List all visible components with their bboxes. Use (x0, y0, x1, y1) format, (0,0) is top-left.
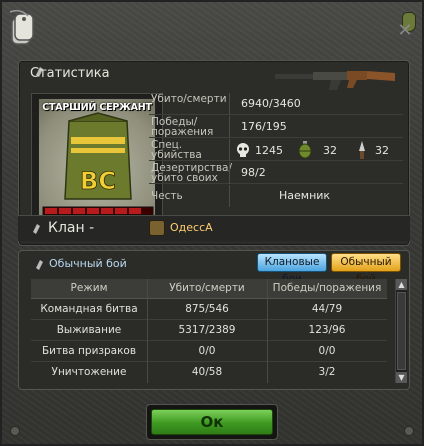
table-row: Битва призраков 0/0 0/0 (31, 342, 387, 362)
close-button[interactable]: ✕ (394, 20, 416, 42)
clan-value: - (89, 220, 95, 236)
mode-name-cell: Битва призраков (41, 345, 137, 357)
special-kill-value: 32 (375, 143, 389, 157)
mode-name-cell: Командная битва (40, 303, 138, 315)
clan-label: Клан - (48, 220, 95, 236)
clan-bar: Клан - ОдессА (18, 215, 410, 241)
table-row: Выживание 5317/2389 123/96 (31, 321, 387, 341)
table-row: Командная битва 875/546 44/79 (31, 300, 387, 320)
honor-value: Наемник (279, 189, 331, 202)
table-header: Режим Убито/смерти Победы/поражения (31, 279, 387, 299)
knife-icon (359, 141, 365, 159)
column-divider (147, 279, 148, 383)
stats-window: ✕ СТАРШИЙ СЕРЖАНТ BC Убито/смерти 6940/3… (0, 0, 424, 446)
mode-name-cell: Выживание (56, 324, 122, 336)
special-kills-label: Спец. убийства (151, 139, 202, 161)
wins-losses-value: 176/195 (241, 120, 287, 133)
scroll-down-icon[interactable]: ▼ (396, 372, 407, 383)
divider (229, 93, 230, 115)
tab-clan-battles[interactable]: Клановые бои (257, 253, 327, 285)
mode-name-cell: Уничтожение (51, 366, 127, 378)
mode-stats-panel: Обычный бой Клановые бои Обычный бой Реж… (18, 250, 410, 390)
city-icon (149, 220, 165, 236)
scroll-thumb[interactable] (397, 292, 406, 370)
kd-cell: 5317/2389 (178, 324, 236, 336)
stat-row-kills-deaths: Убито/смерти 6940/3460 (149, 93, 403, 115)
stat-row-wins-losses: Победы/поражения 176/195 (149, 116, 403, 138)
kd-cell: 0/0 (198, 345, 216, 357)
window-title: Статистика (30, 66, 110, 81)
table-scrollbar[interactable]: ▲ ▼ (395, 279, 407, 383)
rifle-icon (275, 71, 395, 90)
special-kills-list: 1245 32 32 (235, 139, 389, 161)
current-mode-label: Обычный бой (49, 257, 127, 270)
grenade-icon (298, 141, 312, 159)
kd-cell: 40/58 (191, 366, 223, 378)
rank-progress-bar (42, 206, 154, 216)
column-header: Убито/смерти (169, 282, 245, 294)
special-kill-value: 1245 (255, 143, 283, 157)
rank-badge: СТАРШИЙ СЕРЖАНТ BC (38, 98, 156, 218)
bolt-icon (10, 426, 20, 436)
scroll-up-icon[interactable]: ▲ (396, 279, 407, 290)
city-name: ОдессА (170, 221, 213, 234)
tab-normal-battle[interactable]: Обычный бой (331, 253, 401, 285)
desertion-label: Дезертирства/убито своих (151, 162, 233, 184)
desertion-value: 98/2 (241, 166, 266, 179)
divider (229, 185, 230, 207)
kills-deaths-label: Убито/смерти (151, 93, 227, 105)
skull-icon (237, 143, 249, 157)
column-header: Режим (70, 282, 108, 294)
bolt-icon (404, 426, 414, 436)
honor-label: Честь (151, 190, 183, 202)
ok-button[interactable]: Ок (151, 409, 273, 435)
wl-cell: 44/79 (311, 303, 343, 315)
special-kill-value: 32 (323, 143, 337, 157)
wins-losses-label: Победы/поражения (151, 116, 214, 138)
wl-cell: 0/0 (318, 345, 336, 357)
sergeant-insignia-icon: BC (42, 112, 154, 216)
badge-letters: BC (80, 167, 116, 195)
bullet-icon (36, 260, 43, 270)
column-header: Победы/поражения (272, 282, 382, 294)
stat-row-special-kills: Спец. убийства 1245 32 32 (149, 139, 403, 161)
wl-cell: 3/2 (318, 366, 336, 378)
stat-row-desertion: Дезертирства/убито своих 98/2 (149, 162, 403, 184)
table-row: Уничтожение 40/58 3/2 (31, 363, 387, 383)
column-divider (267, 279, 268, 383)
dogtag-icon (9, 9, 34, 45)
bullet-icon (33, 224, 40, 234)
kills-deaths-value: 6940/3460 (241, 97, 301, 110)
kd-cell: 875/546 (185, 303, 229, 315)
divider (229, 139, 230, 161)
divider (229, 116, 230, 138)
divider (229, 162, 230, 184)
wl-cell: 123/96 (308, 324, 346, 336)
stat-row-honor: Честь Наемник (149, 185, 403, 207)
ok-button-frame: Ок (146, 404, 278, 440)
